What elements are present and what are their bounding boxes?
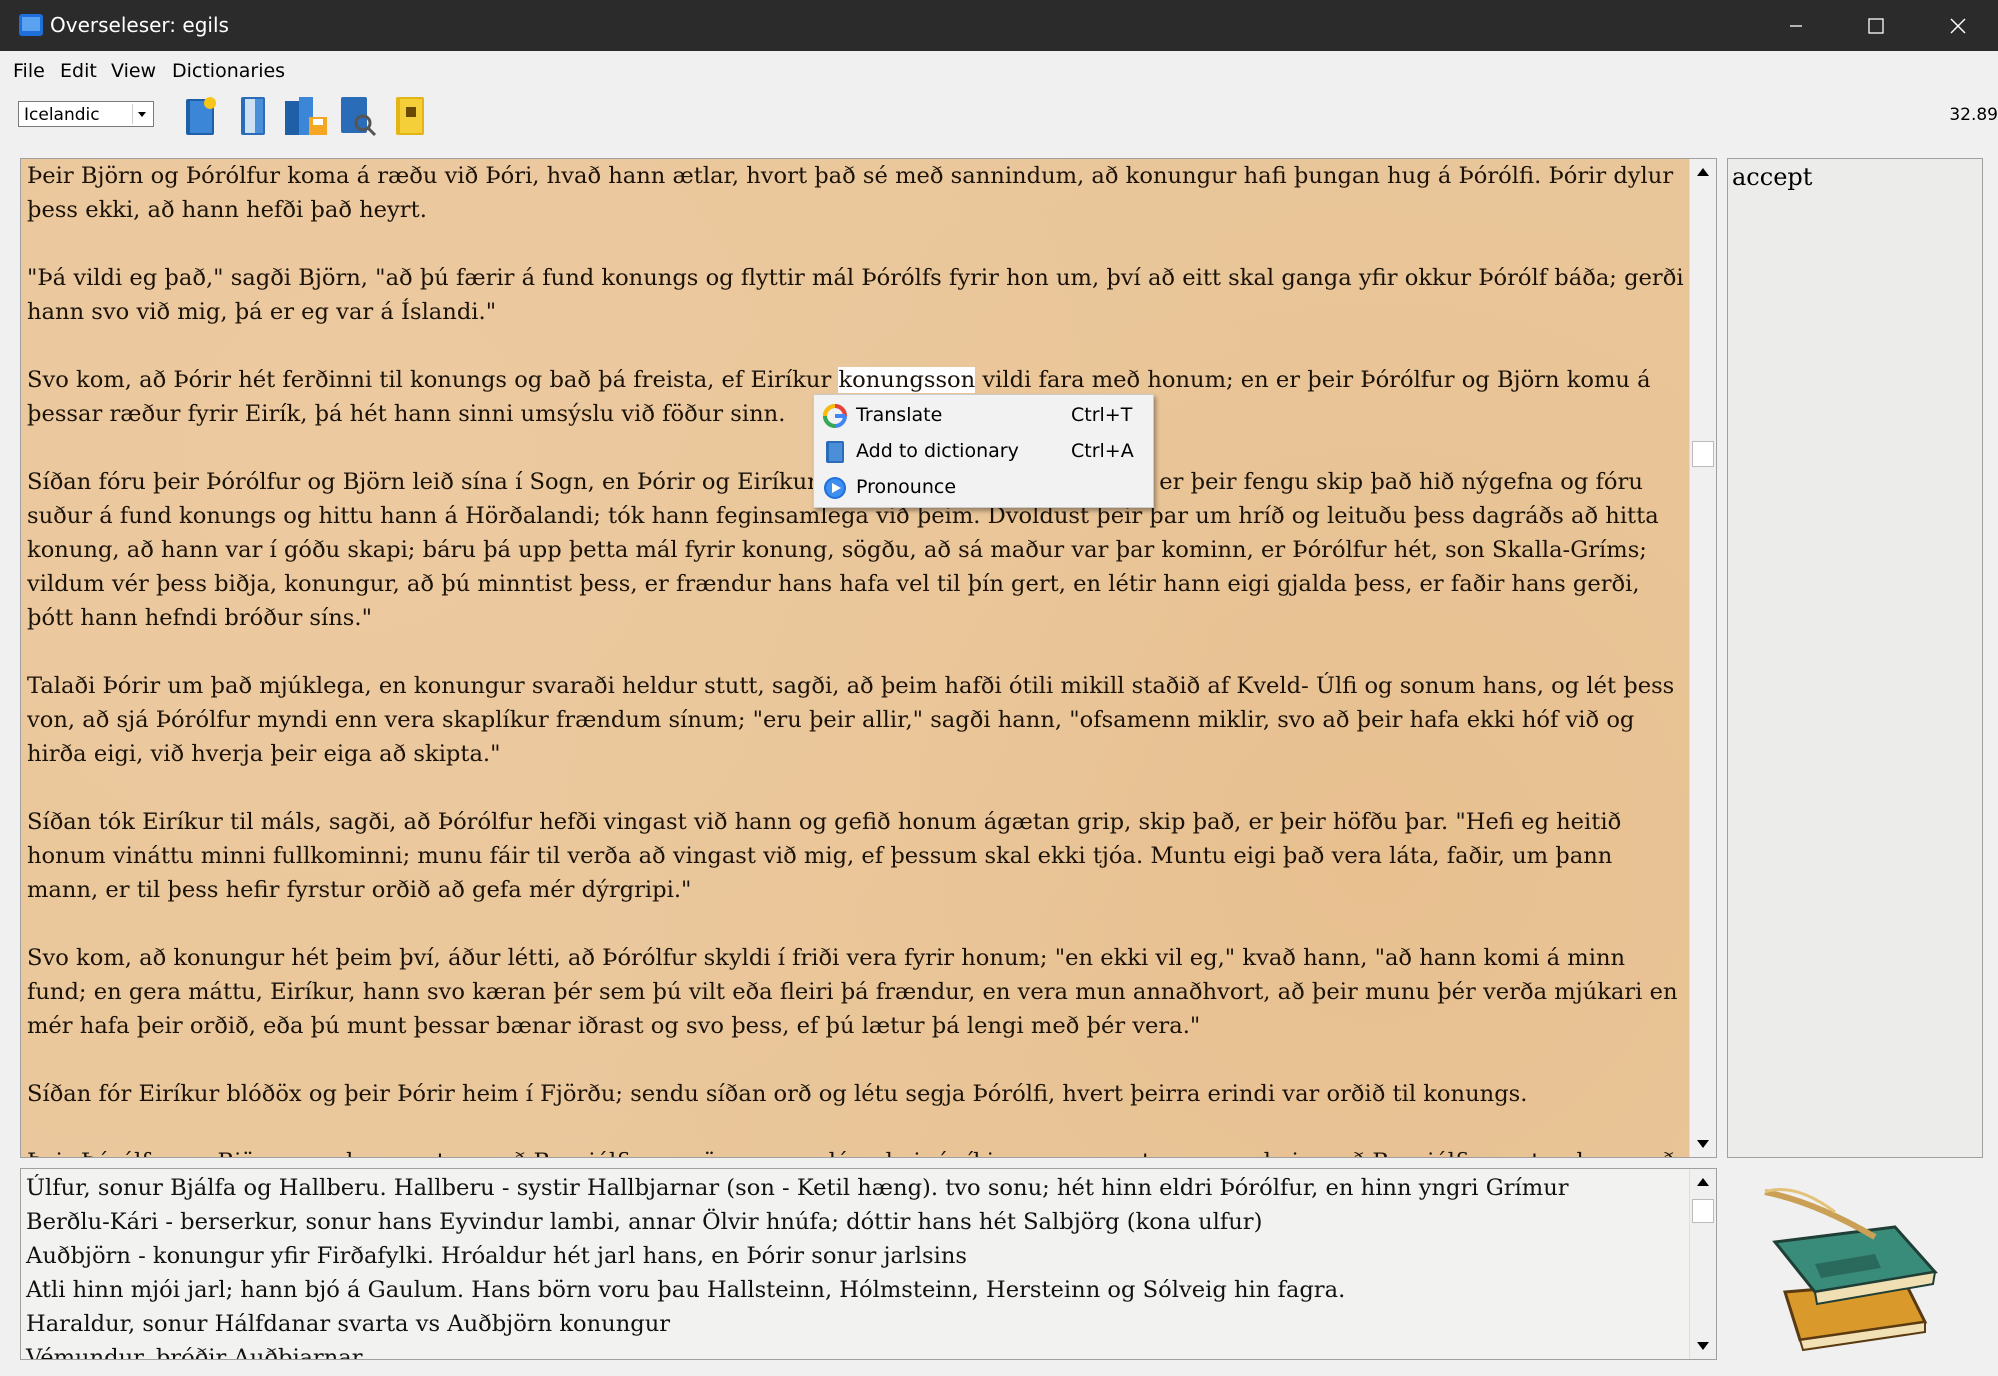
play-icon — [824, 477, 846, 499]
translate-label: Translate — [856, 404, 943, 426]
language-select-value: Icelandic — [24, 105, 100, 125]
search-book-button[interactable] — [337, 93, 379, 139]
menu-bar: File Edit View Dictionaries — [0, 51, 1998, 89]
scroll-thumb[interactable] — [1692, 1199, 1714, 1223]
menu-edit[interactable]: Edit — [60, 60, 97, 82]
arrow-up-icon — [1697, 168, 1709, 176]
search-book-icon — [341, 97, 377, 137]
saga-text[interactable]: Þeir Björn og Þórólfur koma á ræðu við Þ… — [27, 159, 1687, 1157]
dictionary-add-icon — [826, 441, 844, 463]
app-icon — [19, 14, 43, 36]
new-book-button[interactable] — [180, 93, 222, 139]
pronounce-menu-item[interactable]: Pronounce — [814, 469, 1153, 505]
title-bar: Overseleser: egils — [0, 0, 1998, 51]
window-title: Overseleser: egils — [50, 13, 229, 37]
note-line: Auðbjörn - konungur yfir Firðafylki. Hró… — [26, 1243, 967, 1269]
paragraph: "Þá vildi eg það," sagði Björn, "að þú f… — [27, 265, 1684, 325]
save-books-button[interactable] — [283, 93, 327, 139]
language-select[interactable]: Icelandic — [18, 101, 154, 127]
minimize-icon — [1790, 25, 1802, 27]
notes-panel[interactable]: Úlfur, sonur Bjálfa og Hallberu. Hallber… — [20, 1168, 1717, 1360]
close-icon — [1950, 18, 1966, 34]
chevron-down-icon[interactable] — [132, 104, 151, 124]
arrow-down-icon — [1697, 1140, 1709, 1148]
context-menu: Translate Ctrl+T Add to dictionary Ctrl+… — [813, 394, 1154, 508]
translated-word: accept — [1732, 163, 1813, 191]
note-line: Vémundur, bróðir Auðbjarnar — [26, 1345, 363, 1360]
note-line: Úlfur, sonur Bjálfa og Hallberu. Hallber… — [26, 1175, 1569, 1201]
note-line: Haraldur, sonur Hálfdanar svarta vs Auðb… — [26, 1311, 671, 1337]
dictionary-book-icon — [396, 97, 424, 135]
note-line: Atli hinn mjói jarl; hann bjó á Gaulum. … — [26, 1277, 1346, 1303]
save-books-icon — [285, 97, 327, 135]
new-book-icon — [186, 97, 216, 135]
scroll-up-button[interactable] — [1690, 1169, 1716, 1195]
paragraph: Þeir Björn og Þórólfur koma á ræðu við Þ… — [27, 163, 1674, 223]
dictionary-book-button[interactable] — [390, 93, 432, 139]
menu-dictionaries[interactable]: Dictionaries — [172, 60, 285, 82]
toolbar: Icelandic 32.89 — [0, 89, 1998, 143]
text-scrollbar[interactable] — [1689, 159, 1716, 1157]
paragraph: Síðan fór Eiríkur blóðöx og þeir Þórir h… — [27, 1081, 1528, 1107]
paragraph: Svo kom, að konungur hét þeim því, áður … — [27, 945, 1678, 1039]
zoom-readout: 32.89 — [1949, 105, 1998, 125]
scroll-up-button[interactable] — [1690, 159, 1716, 185]
paragraph: Talaði Þórir um það mjúklega, en konungu… — [27, 673, 1675, 767]
add-to-dictionary-label: Add to dictionary — [856, 440, 1019, 462]
paragraph: Síðan tók Eiríkur til máls, sagði, að Þó… — [27, 809, 1622, 903]
minimize-button[interactable] — [1756, 0, 1836, 51]
add-to-dictionary-shortcut: Ctrl+A — [1071, 440, 1134, 462]
notes-scrollbar[interactable] — [1689, 1169, 1716, 1359]
menu-view[interactable]: View — [111, 60, 156, 82]
arrow-down-icon — [1697, 1342, 1709, 1350]
close-button[interactable] — [1918, 0, 1998, 51]
text-panel[interactable]: Þeir Björn og Þórólfur koma á ræðu við Þ… — [20, 158, 1717, 1158]
google-icon — [823, 404, 847, 428]
translation-panel[interactable]: accept — [1727, 158, 1983, 1158]
note-line: Berðlu-Kári - berserkur, sonur hans Eyvi… — [26, 1209, 1263, 1235]
add-to-dictionary-menu-item[interactable]: Add to dictionary Ctrl+A — [814, 433, 1153, 469]
translate-menu-item[interactable]: Translate Ctrl+T — [814, 397, 1153, 433]
menu-file[interactable]: File — [13, 60, 45, 82]
scroll-thumb[interactable] — [1692, 441, 1714, 467]
maximize-icon — [1868, 18, 1884, 34]
open-book-icon — [241, 97, 265, 135]
open-book-button[interactable] — [233, 93, 275, 139]
arrow-up-icon — [1697, 1178, 1709, 1186]
scroll-down-button[interactable] — [1690, 1333, 1716, 1359]
translate-shortcut: Ctrl+T — [1071, 404, 1133, 426]
paragraph: Þeir Þórólfur og Björn voru þann vetur m… — [27, 1145, 1687, 1157]
scroll-down-button[interactable] — [1690, 1131, 1716, 1157]
selected-word[interactable]: konungsson — [838, 367, 976, 393]
books-illustration-icon — [1764, 1188, 1938, 1352]
maximize-button[interactable] — [1836, 0, 1916, 51]
pronounce-label: Pronounce — [856, 476, 957, 498]
notes-text[interactable]: Úlfur, sonur Bjálfa og Hallberu. Hallber… — [26, 1171, 1676, 1360]
paragraph-text: Svo kom, að Þórir hét ferðinni til konun… — [27, 367, 839, 393]
